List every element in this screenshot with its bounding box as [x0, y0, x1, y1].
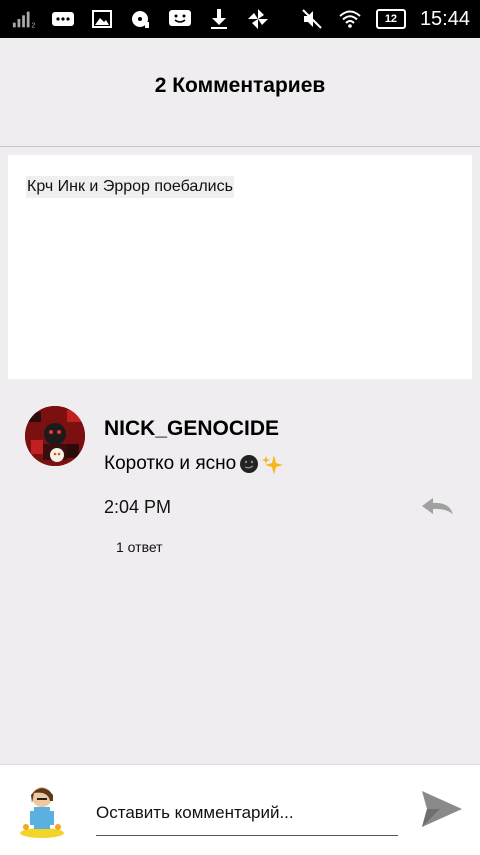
comment-username[interactable]: NICK_GENOCIDE	[104, 417, 279, 441]
download-icon	[207, 8, 231, 30]
post-text: Крч Инк и Эррор поебались	[26, 176, 234, 198]
page-title: 2 Комментариев	[154, 74, 326, 97]
send-button[interactable]	[420, 789, 464, 829]
wifi-icon	[338, 8, 362, 30]
sparkles-icon	[262, 454, 284, 475]
battery-icon: 12	[375, 9, 406, 29]
face-message-icon	[168, 8, 192, 30]
my-avatar	[14, 779, 74, 839]
comment-text: Коротко и ясно	[104, 453, 284, 475]
comment-text-body: Коротко и ясно	[104, 453, 237, 474]
header: 2 Комментариев	[0, 38, 480, 147]
image-icon	[90, 8, 114, 30]
comment-input[interactable]	[96, 791, 398, 836]
smirk-face-icon	[239, 454, 259, 474]
signal-icon: 2	[12, 8, 36, 30]
status-bar: 2 12 15:44	[0, 0, 480, 38]
reply-icon[interactable]	[420, 496, 454, 516]
music-icon	[129, 8, 153, 30]
clock: 15:44	[419, 7, 470, 30]
avatar[interactable]	[25, 406, 85, 466]
post-card: Крч Инк и Эррор поебались	[8, 155, 472, 379]
svg-text:2: 2	[31, 20, 35, 29]
pinwheel-icon	[246, 8, 270, 30]
comment-timestamp: 2:04 PM	[104, 497, 172, 517]
comment-composer	[0, 764, 480, 855]
mute-icon	[300, 8, 324, 30]
send-icon	[422, 791, 462, 827]
chat-dots-icon	[51, 8, 75, 30]
replies-link[interactable]: 1 ответ	[116, 539, 163, 555]
comment-item: NICK_GENOCIDE Коротко и ясно 2:04 PM 1 о…	[0, 400, 480, 570]
